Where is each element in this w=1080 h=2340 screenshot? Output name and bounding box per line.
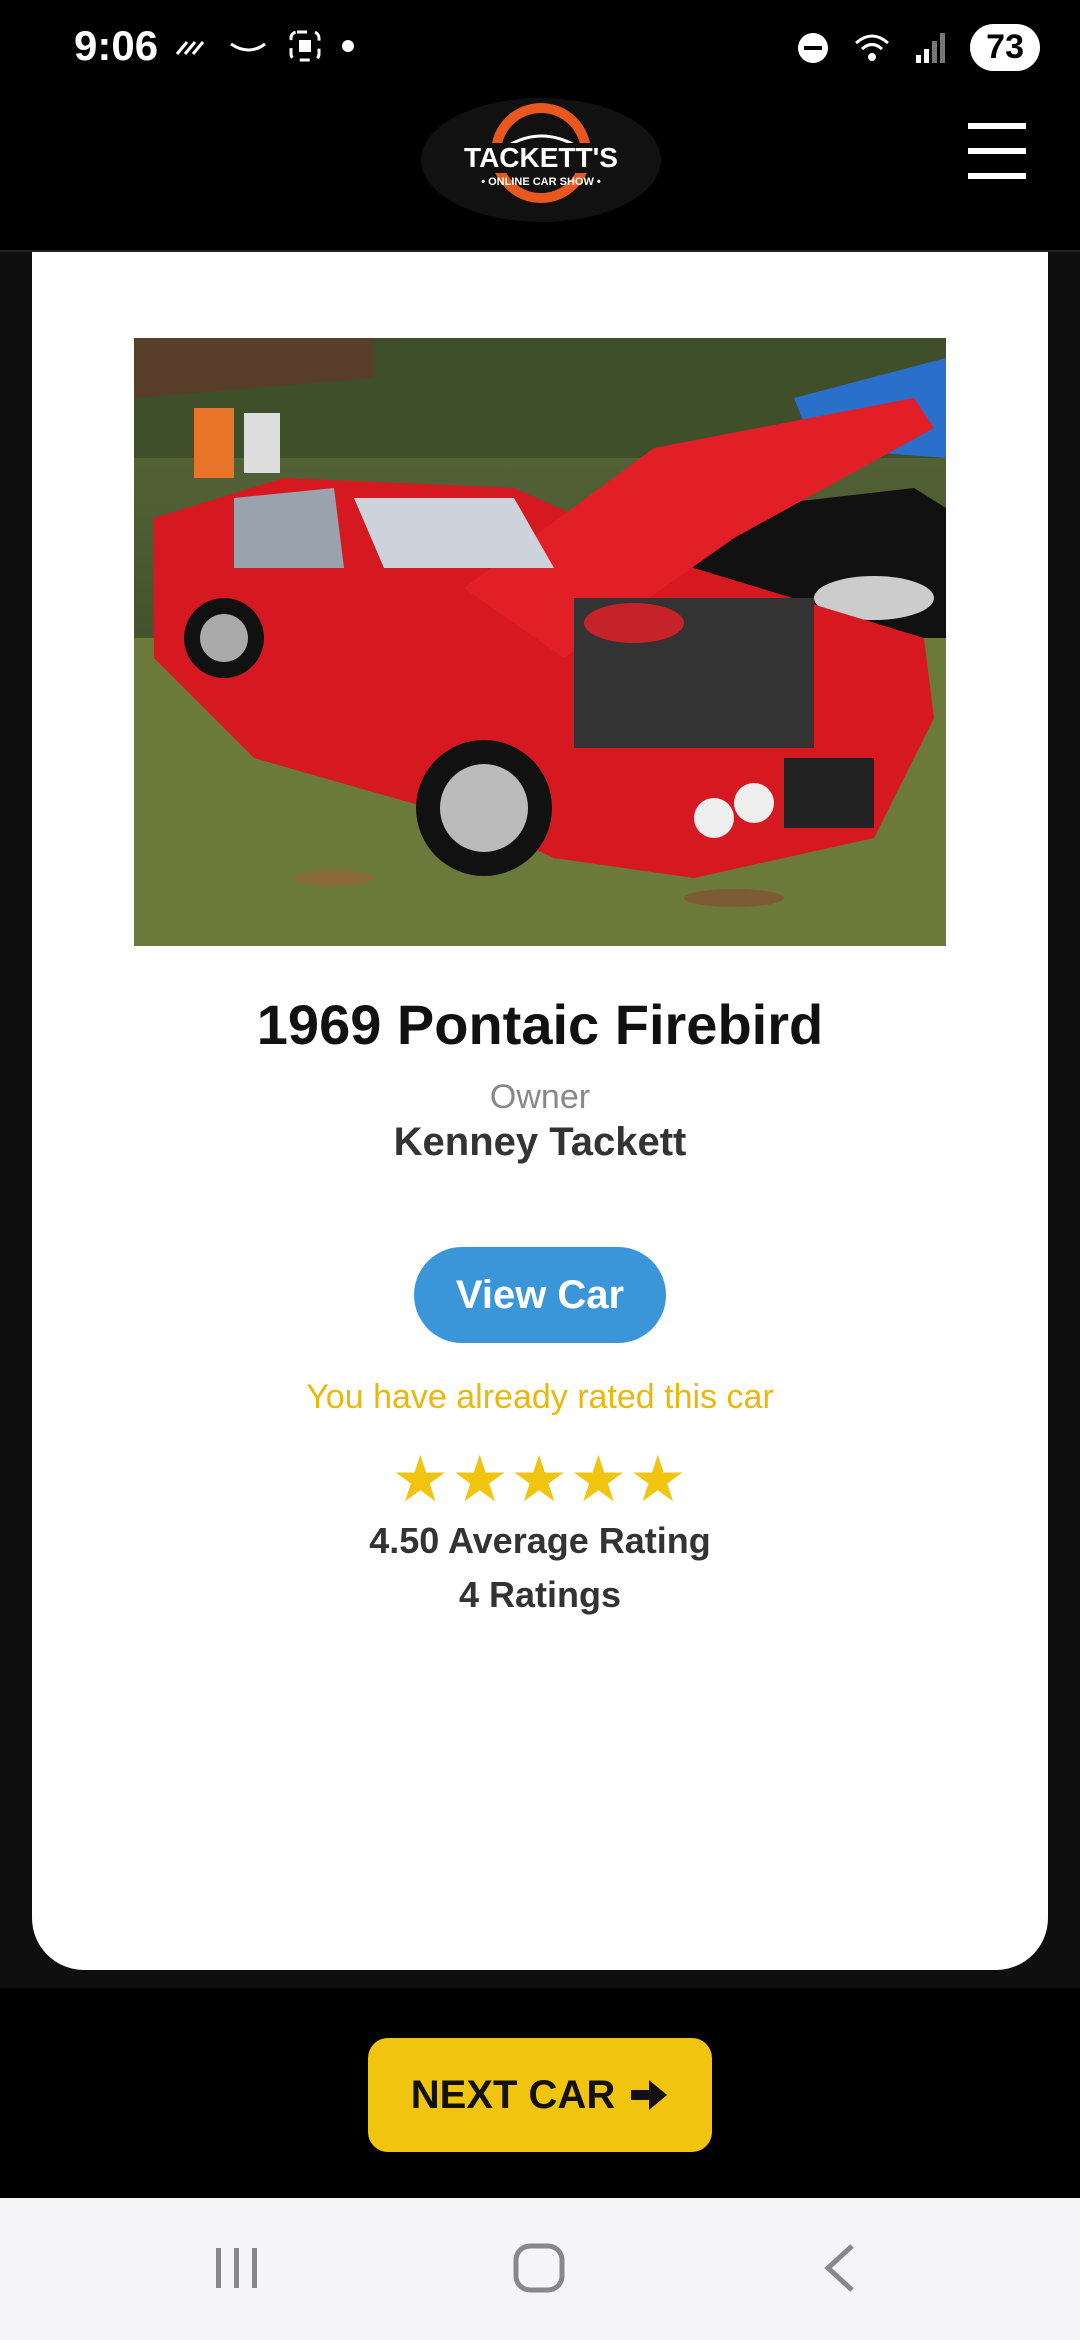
owner-name: Kenney Tackett <box>393 1120 687 1164</box>
average-rating: 4.50 Average Rating <box>369 1520 711 1561</box>
arrow-right-icon <box>631 2080 668 2110</box>
dnd-icon <box>798 32 829 63</box>
recent-apps-icon[interactable] <box>210 2238 264 2298</box>
car-title: 1969 Pontaic Firebird <box>256 993 824 1056</box>
svg-text:TACKETT'S: TACKETT'S <box>464 142 618 173</box>
svg-text:• ONLINE CAR SHOW •: • ONLINE CAR SHOW • <box>481 176 601 188</box>
status-bar: 9:06 73 <box>0 0 1080 95</box>
signal-icon <box>916 32 946 63</box>
amazon-icon <box>230 42 266 52</box>
view-car-button[interactable]: View Car <box>414 1247 666 1343</box>
wifi-icon <box>855 34 890 61</box>
status-notification-icons <box>175 28 355 64</box>
back-icon[interactable] <box>818 2238 862 2298</box>
car-card: 1969 Pontaic Firebird Owner Kenney Tacke… <box>32 252 1048 1970</box>
data-saver-icon <box>175 41 205 55</box>
bottom-action-bar: NEXT CAR <box>0 1988 1080 2198</box>
tacketts-logo[interactable]: TACKETT'S • ONLINE CAR SHOW • <box>418 95 664 225</box>
battery-indicator: 73 <box>970 24 1040 71</box>
site-header: TACKETT'S • ONLINE CAR SHOW • <box>0 95 1080 252</box>
owner-label: Owner <box>489 1078 591 1116</box>
ratings-count: 4 Ratings <box>458 1574 622 1615</box>
system-nav-bar <box>0 2198 1080 2340</box>
dot-icon <box>342 40 354 52</box>
hamburger-menu-icon[interactable] <box>968 123 1026 179</box>
home-icon[interactable] <box>510 2238 570 2298</box>
next-car-button[interactable]: NEXT CAR <box>368 2038 712 2152</box>
status-time: 9:06 <box>74 22 159 69</box>
already-rated-message: You have already rated this car <box>306 1378 774 1416</box>
next-car-label: NEXT CAR <box>410 2072 616 2117</box>
screenshot-icon <box>289 30 321 62</box>
main-content: 1969 Pontaic Firebird Owner Kenney Tacke… <box>0 252 1080 1988</box>
car-photo[interactable] <box>134 338 946 946</box>
star-rating: ★★★★★ <box>391 1443 689 1515</box>
